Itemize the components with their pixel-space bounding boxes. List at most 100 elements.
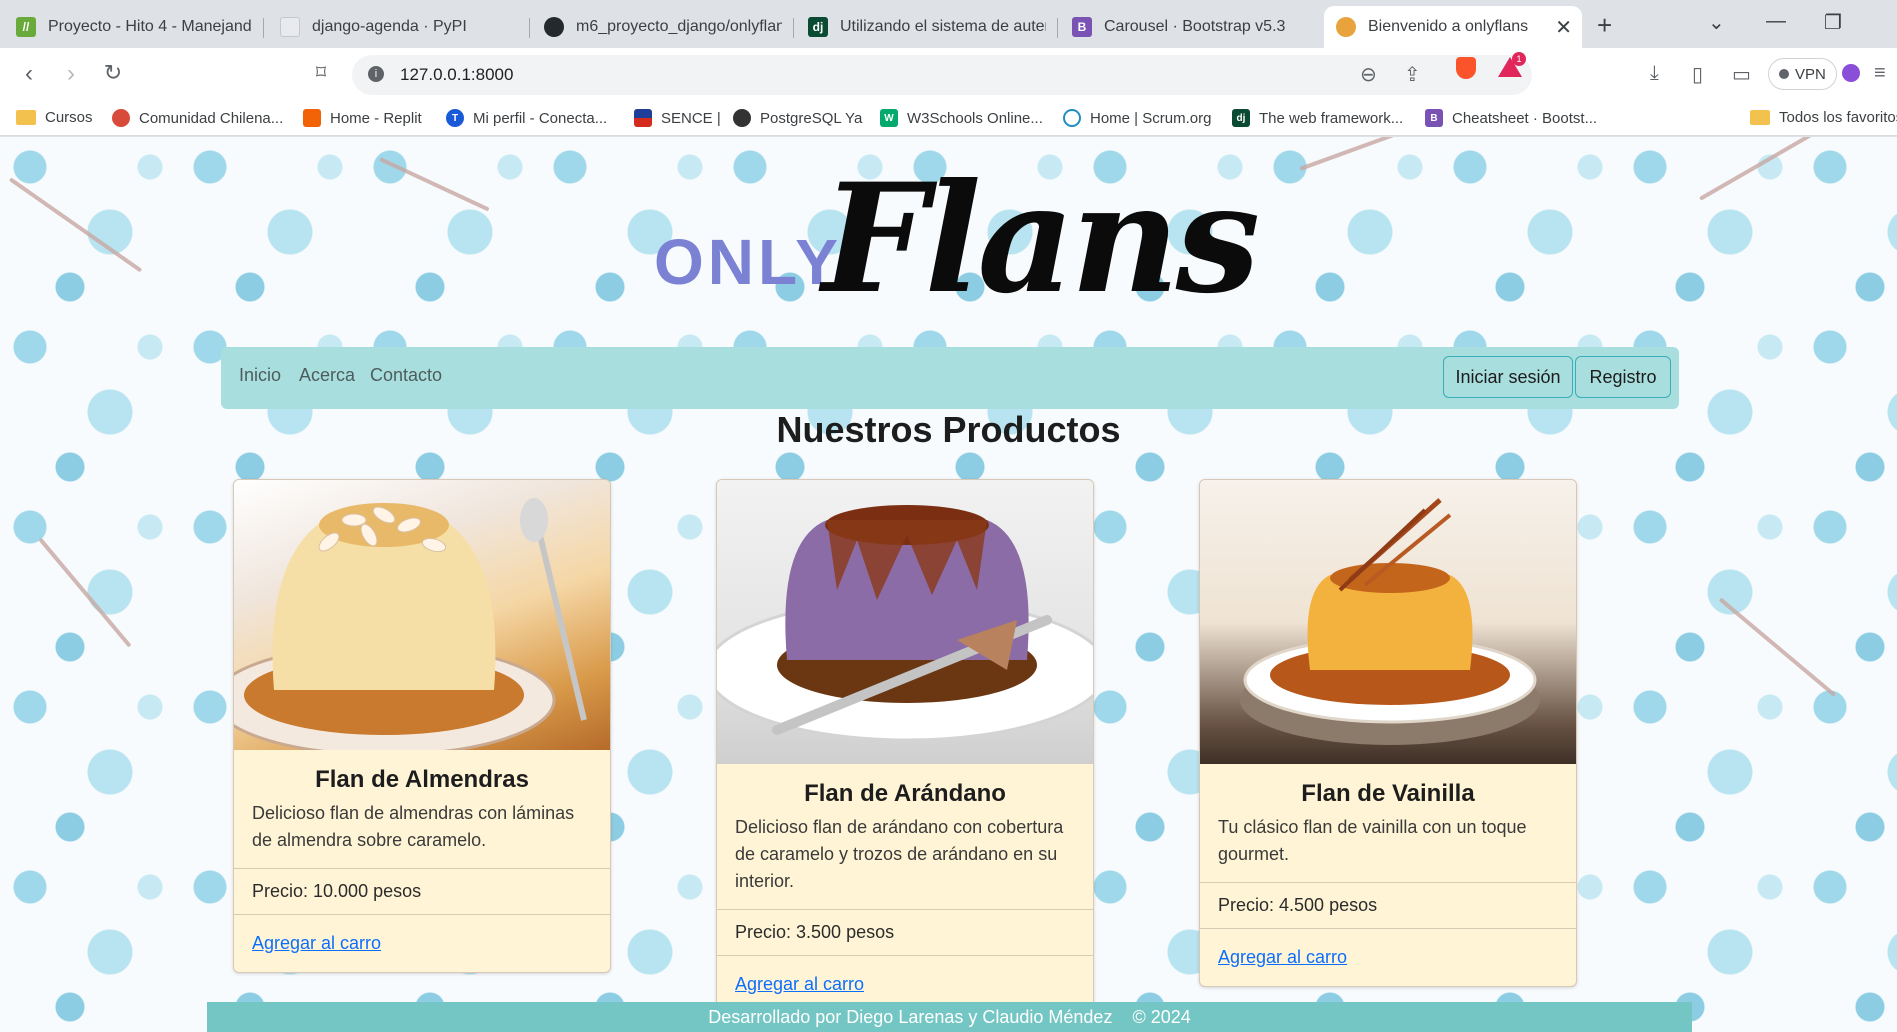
bookmark-label: Home | Scrum.org	[1090, 109, 1212, 127]
vanilla-flan-image	[1240, 498, 1540, 745]
tab-pypi[interactable]: django-agenda · PyPI	[268, 6, 530, 48]
product-image	[234, 480, 610, 750]
restore-icon[interactable]: ❐	[1824, 10, 1842, 35]
tab-search-icon[interactable]: ⌄	[1708, 10, 1725, 35]
bookmark-item[interactable]: W W3Schools Online...	[880, 109, 1043, 127]
branch-decoration	[1718, 597, 1837, 697]
register-button[interactable]: Registro	[1575, 356, 1671, 398]
product-price: Precio: 4.500 pesos	[1200, 882, 1576, 928]
bookmark-label: Home - Replit	[330, 109, 422, 127]
back-icon[interactable]: ‹	[14, 60, 44, 88]
rewards-badge: 1	[1512, 52, 1526, 66]
bookmark-icon[interactable]: ⌑	[306, 60, 336, 85]
bookmark-item[interactable]: SENCE |	[634, 109, 721, 127]
product-price: Precio: 10.000 pesos	[234, 868, 610, 914]
vpn-status-icon	[1779, 69, 1789, 79]
folder-icon	[16, 110, 36, 125]
forward-icon[interactable]: ›	[56, 60, 86, 88]
url-text[interactable]: 127.0.0.1:8000	[400, 65, 513, 85]
logo-main: Flans	[822, 151, 1260, 327]
bootstrap-icon: B	[1072, 17, 1092, 37]
menu-icon[interactable]: ≡	[1874, 62, 1886, 85]
conecta-icon: T	[446, 109, 464, 127]
toolbar: ‹ › ↻ ⌑ i 127.0.0.1:8000 ⊖ ⇪ 1 ⤓ ▯ ▭ VPN…	[0, 48, 1897, 102]
wallet-icon[interactable]: ▭	[1732, 62, 1751, 87]
bookmark-label: Cursos	[45, 109, 93, 126]
product-description: Delicioso flan de almendras con láminas …	[252, 803, 575, 850]
bookmark-item[interactable]: Home | Scrum.org	[1063, 109, 1211, 127]
branch-decoration	[1299, 137, 1433, 171]
product-name: Flan de Vainilla	[1301, 780, 1475, 807]
sence-icon	[634, 109, 652, 127]
bookmark-item[interactable]: Cursos	[16, 109, 93, 126]
bookmark-label: Comunidad Chilena...	[139, 109, 284, 127]
branch-decoration	[1699, 137, 1849, 201]
tab-github[interactable]: m6_proyecto_django/onlyflans	[532, 6, 794, 48]
tab-bootstrap[interactable]: B Carousel · Bootstrap v5.3	[1060, 6, 1322, 48]
site-info-icon[interactable]: i	[368, 66, 384, 82]
document-icon: //	[16, 17, 36, 37]
bookmark-item[interactable]: PostgreSQL Ya	[733, 109, 862, 127]
branch-decoration	[8, 177, 143, 273]
product-image	[717, 480, 1093, 764]
tab-title: m6_proyecto_django/onlyflans	[576, 18, 782, 35]
tab-onlyflans[interactable]: Bienvenido a onlyflans ✕	[1324, 6, 1582, 48]
product-price: Precio: 3.500 pesos	[717, 909, 1093, 955]
github-icon	[544, 17, 564, 37]
tab-proyecto[interactable]: // Proyecto - Hito 4 - Manejando	[4, 6, 264, 48]
branch-decoration	[38, 537, 132, 648]
site-logo[interactable]: ONLY Flans	[654, 151, 1260, 327]
w3schools-icon: W	[880, 109, 898, 127]
bookmark-item[interactable]: T Mi perfil - Conecta...	[446, 109, 607, 127]
new-tab-icon[interactable]: +	[1597, 10, 1612, 41]
page-footer: Desarrollado por Diego Larenas y Claudio…	[207, 1002, 1692, 1032]
profile-icon[interactable]	[1842, 64, 1860, 82]
bookmark-item[interactable]: dj The web framework...	[1232, 109, 1403, 127]
vpn-button[interactable]: VPN	[1768, 58, 1837, 90]
folder-icon	[1750, 110, 1770, 125]
sidebar-icon[interactable]: ▯	[1692, 62, 1703, 87]
product-name: Flan de Almendras	[315, 766, 529, 793]
django-icon: dj	[808, 17, 828, 37]
product-description: Delicioso flan de arándano con cobertura…	[735, 817, 1064, 891]
add-to-cart-link[interactable]: Agregar al carro	[252, 933, 381, 953]
replit-icon	[303, 109, 321, 127]
almond-flan-image	[234, 498, 587, 750]
branch-decoration	[379, 157, 490, 212]
bookmark-label: Cheatsheet · Bootst...	[1452, 109, 1598, 127]
bookmarks-bar: Cursos Comunidad Chilena... Home - Repli…	[0, 102, 1897, 136]
bookmark-item[interactable]: Home - Replit	[303, 109, 422, 127]
download-icon[interactable]: ⤓	[1650, 62, 1659, 85]
login-button[interactable]: Iniciar sesión	[1443, 356, 1573, 398]
close-icon[interactable]: ✕	[1555, 15, 1572, 40]
nav-link-contacto[interactable]: Contacto	[370, 365, 442, 386]
minimize-icon[interactable]: —	[1766, 10, 1786, 33]
bookmark-item[interactable]: Todos los favoritos	[1750, 109, 1897, 126]
nav-link-acerca[interactable]: Acerca	[299, 365, 355, 386]
bookmark-label: W3Schools Online...	[907, 109, 1043, 127]
nav-link-inicio[interactable]: Inicio	[239, 365, 281, 386]
bookmark-label: PostgreSQL Ya	[760, 109, 863, 127]
tab-strip: // Proyecto - Hito 4 - Manejando django-…	[0, 0, 1897, 48]
bookmark-item[interactable]: B Cheatsheet · Bootst...	[1425, 109, 1597, 127]
share-icon[interactable]: ⇪	[1404, 62, 1421, 87]
page-title: Nuestros Productos	[776, 409, 1121, 450]
add-to-cart-link[interactable]: Agregar al carro	[1218, 947, 1347, 967]
product-card: Flan de Arándano Delicioso flan de aránd…	[716, 479, 1094, 1014]
add-to-cart-link[interactable]: Agregar al carro	[735, 974, 864, 994]
tab-django-auth[interactable]: dj Utilizando el sistema de autenti	[796, 6, 1058, 48]
flan-icon	[1336, 17, 1356, 37]
bookmark-label: SENCE |	[661, 109, 721, 127]
bookmark-item[interactable]: Comunidad Chilena...	[112, 109, 283, 127]
python-icon	[112, 109, 130, 127]
add-to-cart-row: Agregar al carro	[1200, 928, 1576, 986]
add-to-cart-row: Agregar al carro	[234, 914, 610, 972]
bootstrap-icon: B	[1425, 109, 1443, 127]
zoom-icon[interactable]: ⊖	[1360, 62, 1377, 87]
django-icon: dj	[1232, 109, 1250, 127]
tab-title: Bienvenido a onlyflans	[1368, 18, 1529, 35]
brave-shield-icon[interactable]	[1456, 57, 1476, 79]
reload-icon[interactable]: ↻	[98, 60, 128, 86]
logo-prefix: ONLY	[654, 226, 842, 298]
address-bar[interactable]: i 127.0.0.1:8000 ⊖ ⇪	[352, 55, 1532, 95]
